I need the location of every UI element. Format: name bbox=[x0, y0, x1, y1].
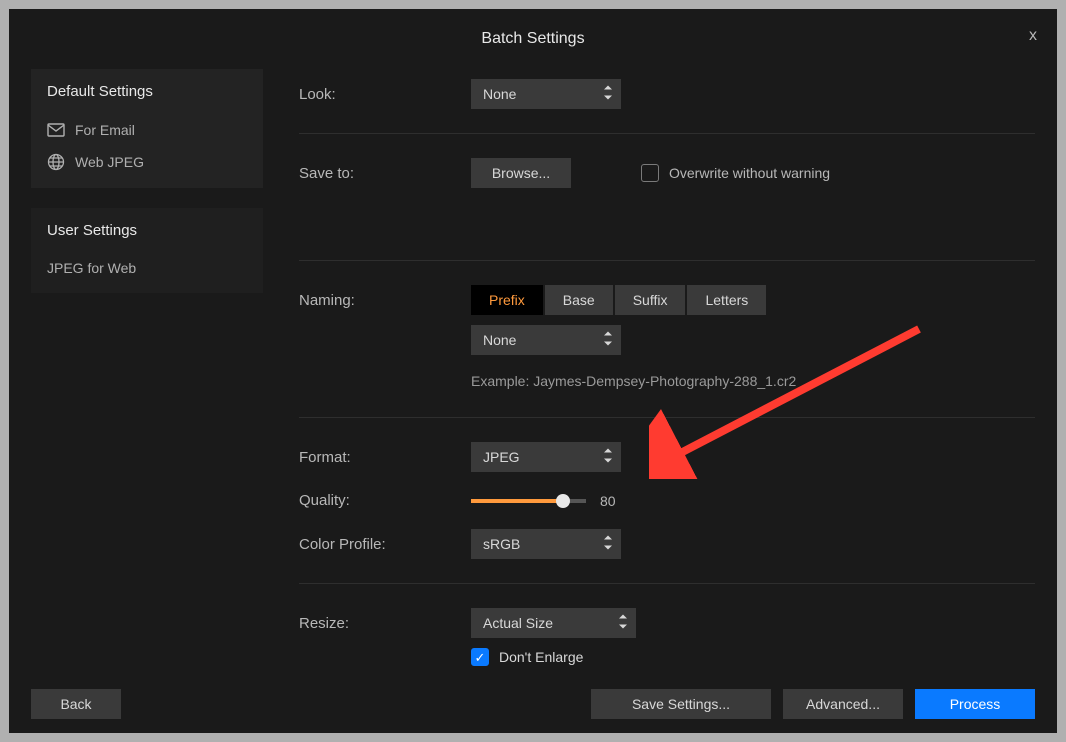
dont-enlarge-checkbox[interactable] bbox=[471, 648, 489, 666]
dont-enlarge-label: Don't Enlarge bbox=[499, 649, 583, 665]
format-select[interactable]: JPEG bbox=[471, 442, 621, 472]
main-panel: Look: None Save to: Browse... Overwrite … bbox=[263, 69, 1035, 675]
color-profile-label: Color Profile: bbox=[299, 536, 471, 553]
sidebar-item-label: Web JPEG bbox=[75, 154, 144, 170]
divider bbox=[299, 417, 1035, 418]
quality-slider-fill bbox=[471, 499, 563, 503]
format-select-value: JPEG bbox=[483, 449, 520, 465]
quality-slider-thumb[interactable] bbox=[556, 494, 570, 508]
color-profile-row: Color Profile: sRGB bbox=[299, 519, 1035, 569]
look-select[interactable]: None bbox=[471, 79, 621, 109]
browse-button[interactable]: Browse... bbox=[471, 158, 571, 188]
resize-row: Resize: Actual Size bbox=[299, 598, 1035, 648]
divider bbox=[299, 133, 1035, 134]
user-settings-heading: User Settings bbox=[47, 222, 247, 239]
format-row: Format: JPEG bbox=[299, 432, 1035, 482]
envelope-icon bbox=[47, 121, 65, 139]
dont-enlarge-checkbox-wrap[interactable]: Don't Enlarge bbox=[471, 648, 583, 666]
sidebar-item-label: JPEG for Web bbox=[47, 260, 136, 276]
overwrite-checkbox-wrap[interactable]: Overwrite without warning bbox=[641, 164, 830, 182]
save-settings-button[interactable]: Save Settings... bbox=[591, 689, 771, 719]
naming-tab-base[interactable]: Base bbox=[545, 285, 613, 315]
resize-label: Resize: bbox=[299, 615, 471, 632]
chevron-updown-icon bbox=[603, 332, 613, 349]
color-profile-select-value: sRGB bbox=[483, 536, 520, 552]
look-label: Look: bbox=[299, 86, 471, 103]
chevron-updown-icon bbox=[603, 536, 613, 553]
sidebar-item-jpeg-for-web[interactable]: JPEG for Web bbox=[47, 253, 247, 283]
batch-settings-window: Batch Settings x Default Settings For Em… bbox=[9, 9, 1057, 733]
naming-example: Example: Jaymes-Dempsey-Photography-288_… bbox=[471, 365, 796, 393]
close-button[interactable]: x bbox=[1029, 27, 1037, 45]
example-row: Example: Jaymes-Dempsey-Photography-288_… bbox=[299, 365, 1035, 403]
sidebar-item-web-jpeg[interactable]: Web JPEG bbox=[47, 146, 247, 178]
resize-select[interactable]: Actual Size bbox=[471, 608, 636, 638]
sidebar: Default Settings For Email Web JPEG User… bbox=[31, 69, 263, 675]
naming-tab-prefix[interactable]: Prefix bbox=[471, 285, 543, 315]
naming-select-value: None bbox=[483, 332, 516, 348]
quality-value: 80 bbox=[600, 493, 616, 509]
naming-label: Naming: bbox=[299, 292, 471, 309]
chevron-updown-icon bbox=[618, 615, 628, 632]
sidebar-item-for-email[interactable]: For Email bbox=[47, 114, 247, 146]
divider bbox=[299, 583, 1035, 584]
naming-row: Naming: Prefix Base Suffix Letters bbox=[299, 275, 1035, 325]
process-button[interactable]: Process bbox=[915, 689, 1035, 719]
quality-slider-wrap: 80 bbox=[471, 493, 616, 509]
default-settings-section: Default Settings For Email Web JPEG bbox=[31, 69, 263, 188]
quality-slider[interactable] bbox=[471, 499, 586, 503]
naming-segment: Prefix Base Suffix Letters bbox=[471, 285, 768, 315]
dont-enlarge-row: Don't Enlarge bbox=[299, 648, 1035, 676]
naming-tab-letters[interactable]: Letters bbox=[687, 285, 766, 315]
naming-select[interactable]: None bbox=[471, 325, 621, 355]
look-select-value: None bbox=[483, 86, 516, 102]
body: Default Settings For Email Web JPEG User… bbox=[9, 69, 1057, 675]
save-to-row: Save to: Browse... Overwrite without war… bbox=[299, 148, 1035, 198]
footer: Back Save Settings... Advanced... Proces… bbox=[9, 675, 1057, 733]
format-label: Format: bbox=[299, 449, 471, 466]
overwrite-checkbox[interactable] bbox=[641, 164, 659, 182]
globe-icon bbox=[47, 153, 65, 171]
quality-label: Quality: bbox=[299, 492, 471, 509]
naming-value-row: None bbox=[299, 325, 1035, 365]
advanced-button[interactable]: Advanced... bbox=[783, 689, 903, 719]
overwrite-label: Overwrite without warning bbox=[669, 165, 830, 181]
quality-row: Quality: 80 bbox=[299, 482, 1035, 519]
chevron-updown-icon bbox=[603, 86, 613, 103]
color-profile-select[interactable]: sRGB bbox=[471, 529, 621, 559]
default-settings-heading: Default Settings bbox=[47, 83, 247, 100]
footer-right: Save Settings... Advanced... Process bbox=[591, 689, 1035, 719]
titlebar: Batch Settings x bbox=[9, 9, 1057, 69]
naming-tab-suffix[interactable]: Suffix bbox=[615, 285, 686, 315]
resize-select-value: Actual Size bbox=[483, 615, 553, 631]
divider bbox=[299, 260, 1035, 261]
window-title: Batch Settings bbox=[481, 30, 584, 48]
user-settings-section: User Settings JPEG for Web bbox=[31, 208, 263, 293]
look-row: Look: None bbox=[299, 69, 1035, 119]
save-to-label: Save to: bbox=[299, 165, 471, 182]
chevron-updown-icon bbox=[603, 449, 613, 466]
back-button[interactable]: Back bbox=[31, 689, 121, 719]
sidebar-item-label: For Email bbox=[75, 122, 135, 138]
